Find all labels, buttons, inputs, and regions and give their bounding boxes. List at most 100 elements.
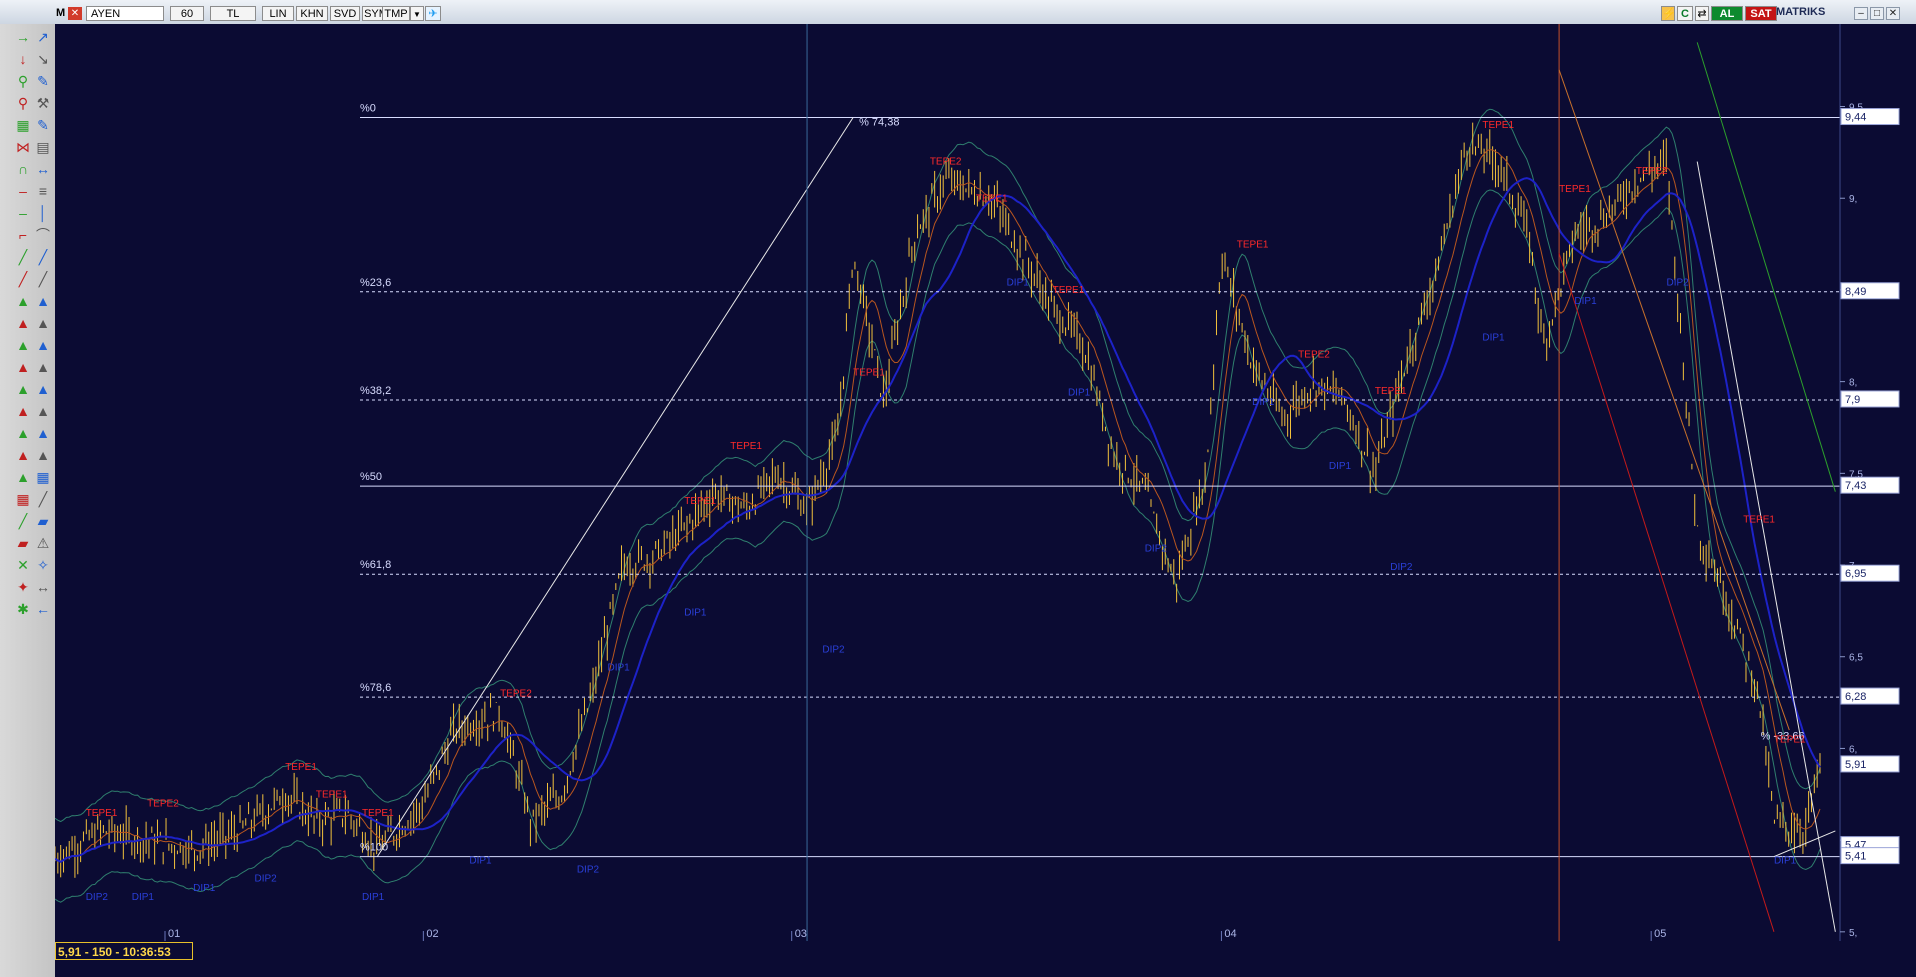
- trough-label: DIP1: [1007, 278, 1030, 289]
- drawing-tool-icon[interactable]: ⋈: [14, 138, 32, 156]
- trough-label: DIP1: [132, 892, 155, 903]
- drawing-tool-icon[interactable]: ▲: [14, 446, 32, 464]
- drawing-tool-icon[interactable]: ▤: [34, 138, 52, 156]
- price-box-label: 7,43: [1845, 480, 1866, 492]
- drawing-tool-icon[interactable]: ✎: [34, 72, 52, 90]
- drawing-tool-icon[interactable]: ▦: [34, 468, 52, 486]
- trough-label: DIP1: [1068, 388, 1091, 399]
- price-tick-label: 6,5: [1849, 653, 1863, 664]
- drawing-tool-icon[interactable]: ✦: [14, 578, 32, 596]
- drawing-tool-icon[interactable]: │: [34, 204, 52, 222]
- dropdown-arrow-icon[interactable]: ▼: [410, 6, 424, 21]
- drawing-tool-icon[interactable]: ▲: [34, 424, 52, 442]
- maximize-icon[interactable]: □: [1870, 7, 1884, 20]
- refresh-button[interactable]: C: [1677, 6, 1693, 21]
- drawing-tool-icon[interactable]: ▲: [14, 314, 32, 332]
- drawing-tool-icon[interactable]: ≡: [34, 182, 52, 200]
- drawing-tool-icon[interactable]: ▲: [14, 358, 32, 376]
- drawing-tool-icon[interactable]: ⚲: [14, 94, 32, 112]
- drawing-tool-icon[interactable]: →: [14, 28, 32, 46]
- drawing-tool-icon[interactable]: ▲: [34, 446, 52, 464]
- minimize-icon[interactable]: –: [1854, 7, 1868, 20]
- drawing-tool-icon[interactable]: ▲: [34, 380, 52, 398]
- time-tick-label: 05: [1654, 928, 1666, 940]
- peak-label: TEPE1: [1482, 120, 1514, 131]
- trough-label: DIP2: [1145, 544, 1168, 555]
- drawing-tool-icon[interactable]: ↘: [34, 50, 52, 68]
- fib-level-label: %23,6: [360, 277, 391, 289]
- drawing-tool-icon[interactable]: ↗: [34, 28, 52, 46]
- drawing-tool-icon[interactable]: ▲: [34, 358, 52, 376]
- symbol-input[interactable]: AYEN: [86, 6, 164, 21]
- drawing-tool-icon[interactable]: ⌐: [14, 226, 32, 244]
- price-chart[interactable]: %0%23,6%38,2%50%61,8%78,6%100 % 74,38% -…: [55, 24, 1916, 941]
- drawing-tool-icon[interactable]: ✧: [34, 556, 52, 574]
- drawing-tool-icon[interactable]: ▲: [14, 424, 32, 442]
- tool-button-lin[interactable]: LIN: [262, 6, 294, 21]
- price-box-label: 5,91: [1845, 759, 1866, 771]
- time-axis-bar: [55, 941, 1916, 977]
- flash-icon[interactable]: ⚡: [1661, 6, 1676, 21]
- sell-button[interactable]: SAT: [1745, 6, 1777, 21]
- peak-label: TEPE2: [147, 799, 179, 810]
- drawing-tool-icon[interactable]: ▲: [14, 292, 32, 310]
- close-icon[interactable]: ✕: [1886, 7, 1900, 20]
- drawing-tool-icon[interactable]: ▲: [34, 292, 52, 310]
- drawing-tool-icon[interactable]: ✕: [14, 556, 32, 574]
- drawing-tool-icon[interactable]: ↔: [34, 578, 52, 596]
- drawing-tool-icon[interactable]: ⌒: [34, 226, 52, 244]
- drawing-tool-icon[interactable]: ╱: [34, 490, 52, 508]
- drawing-tool-icon[interactable]: ▰: [14, 534, 32, 552]
- drawing-tool-icon[interactable]: ▦: [14, 490, 32, 508]
- drawing-tool-icon[interactable]: ▰: [34, 512, 52, 530]
- price-tick-label: 5,: [1849, 928, 1857, 939]
- drawing-tool-icon[interactable]: ←: [34, 600, 52, 618]
- tool-button-tmp[interactable]: TMP: [382, 6, 410, 21]
- tool-button-khn[interactable]: KHN: [296, 6, 328, 21]
- fib-level-label: %100: [360, 842, 388, 854]
- tool-button-svd[interactable]: SVD: [330, 6, 360, 21]
- drawing-tool-icon[interactable]: ╱: [34, 270, 52, 288]
- drawing-tool-icon[interactable]: ▲: [34, 314, 52, 332]
- drawing-tool-icon[interactable]: ✎: [34, 116, 52, 134]
- drawing-tool-icon[interactable]: ⚠: [34, 534, 52, 552]
- drawing-tool-icon[interactable]: ⚲: [14, 72, 32, 90]
- drawing-tool-icon[interactable]: ▲: [14, 380, 32, 398]
- app-logo: M: [56, 7, 66, 19]
- peak-label: TEPE1: [730, 441, 762, 452]
- drawing-tool-icon[interactable]: ↓: [14, 50, 32, 68]
- drawing-tool-icon[interactable]: ╱: [14, 248, 32, 266]
- fib-level-label: %78,6: [360, 682, 391, 694]
- price-box-label: 6,28: [1845, 691, 1866, 703]
- drawing-tool-icon[interactable]: ╱: [14, 270, 32, 288]
- trough-label: DIP1: [362, 892, 385, 903]
- trough-label: DIP2: [1390, 562, 1413, 573]
- trough-label: DIP1: [1252, 397, 1275, 408]
- swap-icon[interactable]: ⇄: [1695, 6, 1709, 21]
- drawing-tool-icon[interactable]: ▦: [14, 116, 32, 134]
- drawing-tool-icon[interactable]: ▲: [34, 402, 52, 420]
- trough-label: DIP1: [1774, 855, 1797, 866]
- drawing-tool-icon[interactable]: ↔: [34, 160, 52, 178]
- drawing-tool-icon[interactable]: ▲: [14, 468, 32, 486]
- drawing-tool-icon[interactable]: ∩: [14, 160, 32, 178]
- drawing-tool-icon[interactable]: ✱: [14, 600, 32, 618]
- drawing-tool-icon[interactable]: ▲: [14, 402, 32, 420]
- drawing-tool-icon[interactable]: ⚒: [34, 94, 52, 112]
- twitter-icon[interactable]: ✈: [425, 6, 441, 21]
- drawing-tool-icon[interactable]: ╱: [34, 248, 52, 266]
- drawing-tool-icon[interactable]: –: [14, 204, 32, 222]
- peak-label: TEPE1: [853, 368, 885, 379]
- trough-label: DIP1: [1574, 296, 1597, 307]
- price-box-label: 9,44: [1845, 112, 1866, 124]
- drawing-tool-icon[interactable]: ▲: [34, 336, 52, 354]
- drawing-tool-icon[interactable]: ▲: [14, 336, 32, 354]
- drawing-tool-icon[interactable]: –: [14, 182, 32, 200]
- close-chart-icon[interactable]: ✕: [68, 7, 82, 20]
- period-button[interactable]: 60: [170, 6, 204, 21]
- peak-label: TEPE1: [684, 496, 716, 507]
- drawing-tool-icon[interactable]: ╱: [14, 512, 32, 530]
- currency-button[interactable]: TL: [210, 6, 256, 21]
- buy-button[interactable]: AL: [1711, 6, 1743, 21]
- peak-label: TEPE1: [316, 789, 348, 800]
